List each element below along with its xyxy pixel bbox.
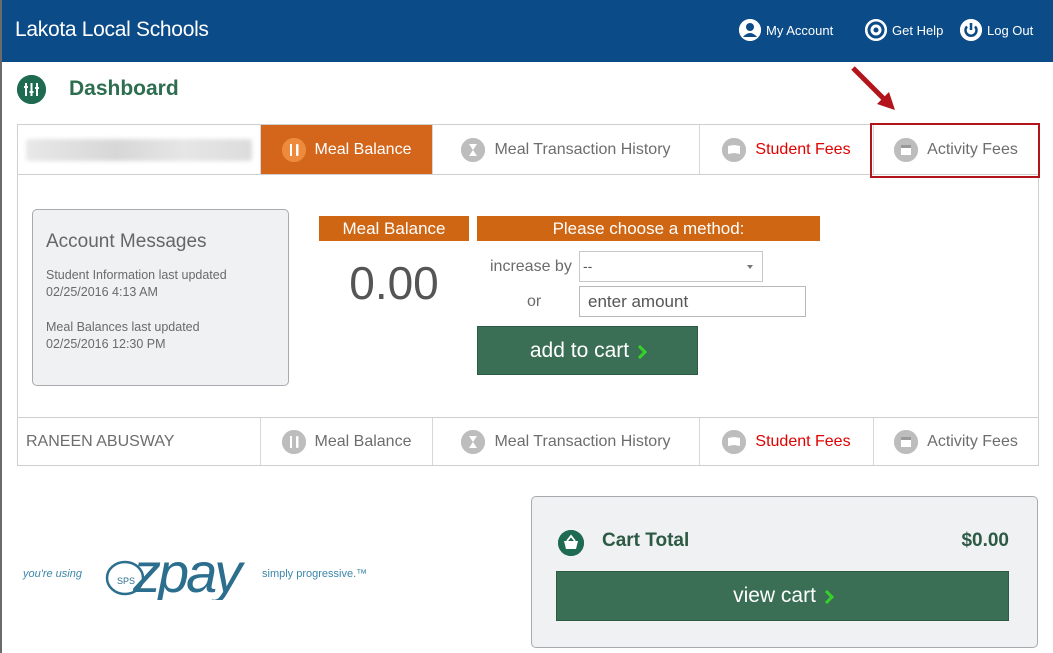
cart-title: Cart Total [602, 530, 690, 551]
calendar-icon [894, 429, 919, 454]
chevron-right-icon [633, 344, 648, 359]
add-to-cart-button[interactable]: add to cart [477, 326, 698, 375]
basket-icon [558, 530, 584, 556]
increase-by-selected: -- [583, 258, 593, 274]
tab-activity-fees[interactable]: Activity Fees [873, 418, 1038, 465]
logo-tagline: simply progressive.™ [262, 568, 368, 580]
annotation-highlight-box [870, 123, 1040, 178]
ezpay-logo: you're using SPS zpay simply progressive… [23, 540, 368, 602]
lifebuoy-icon [865, 19, 887, 41]
view-cart-label: view cart [733, 584, 816, 607]
ezpay-wordmark-icon: SPS zpay [105, 541, 248, 600]
student-name[interactable]: RANEEN ABUSWAY [18, 418, 260, 465]
tab-meal-transaction-history[interactable]: Meal Transaction History [432, 418, 699, 465]
tab-student-fees-label: Student Fees [755, 140, 851, 158]
student-row: RANEEN ABUSWAY Meal Balance Meal Transac… [18, 417, 1038, 465]
power-icon [960, 19, 982, 41]
increase-by-label: increase by [490, 258, 572, 275]
book-icon [722, 429, 747, 454]
student-info-label: Student Information last updated [46, 268, 227, 282]
chevron-down-icon [747, 265, 753, 269]
brand-title[interactable]: Lakota Local Schools [15, 18, 209, 42]
my-account-link[interactable]: My Account [739, 19, 833, 41]
utensils-icon [281, 137, 306, 162]
meal-balance-updated-label: Meal Balances last updated [46, 320, 200, 334]
student-info-date: 02/25/2016 4:13 AM [46, 285, 158, 299]
log-out-label: Log Out [987, 22, 1034, 38]
tab-meal-transaction-history[interactable]: Meal Transaction History [432, 125, 699, 174]
add-to-cart-label: add to cart [529, 338, 630, 362]
tab-meal-transaction-history-label: Meal Transaction History [494, 140, 671, 158]
tab-meal-balance[interactable]: Meal Balance [260, 125, 432, 174]
student-name-redacted[interactable] [18, 125, 260, 174]
account-messages-title: Account Messages [46, 231, 207, 252]
payment-method-heading: Please choose a method: [477, 216, 820, 241]
get-help-link[interactable]: Get Help [865, 19, 943, 41]
meal-balance-heading: Meal Balance [319, 216, 469, 241]
tab-meal-balance-label: Meal Balance [314, 140, 412, 158]
annotation-arrow-icon [851, 66, 895, 110]
dashboard-icon [17, 75, 46, 104]
log-out-link[interactable]: Log Out [960, 19, 1033, 41]
top-bar: Lakota Local Schools My Account Get Help… [2, 0, 1053, 62]
hourglass-icon [461, 137, 486, 162]
tab-meal-balance-label: Meal Balance [314, 432, 412, 450]
my-account-label: My Account [766, 22, 834, 38]
utensils-icon [281, 429, 306, 454]
or-label: or [527, 293, 542, 310]
tab-student-fees-label: Student Fees [755, 432, 851, 450]
tab-student-fees[interactable]: Student Fees [699, 418, 873, 465]
cart-total-amount: $0.00 [961, 530, 1009, 551]
page-title: Dashboard [69, 77, 179, 100]
logo-prefix: you're using [23, 568, 82, 580]
view-cart-button[interactable]: view cart [556, 571, 1009, 621]
meal-balance-message: Meal Balances last updated 02/25/2016 12… [46, 319, 281, 353]
user-icon [739, 19, 761, 41]
tab-student-fees[interactable]: Student Fees [699, 125, 873, 174]
logo-brand: zpay [132, 541, 245, 600]
tab-activity-fees-label: Activity Fees [927, 432, 1018, 450]
increase-by-select[interactable]: -- [579, 251, 763, 282]
student-info-message: Student Information last updated 02/25/2… [46, 267, 281, 301]
meal-balance-updated-date: 02/25/2016 12:30 PM [46, 337, 166, 351]
app-frame: Lakota Local Schools My Account Get Help… [0, 0, 1053, 653]
account-messages-box: Account Messages Student Information las… [32, 209, 289, 386]
book-icon [722, 137, 747, 162]
cart-box: Cart Total $0.00 view cart [531, 496, 1038, 648]
get-help-label: Get Help [892, 22, 944, 38]
tab-meal-balance[interactable]: Meal Balance [260, 418, 432, 465]
tab-meal-transaction-history-label: Meal Transaction History [494, 432, 671, 450]
chevron-right-icon [819, 589, 834, 605]
redacted-name-blur [26, 138, 252, 161]
amount-input[interactable] [579, 286, 806, 317]
meal-balance-value: 0.00 [349, 257, 439, 309]
hourglass-icon [461, 429, 486, 454]
